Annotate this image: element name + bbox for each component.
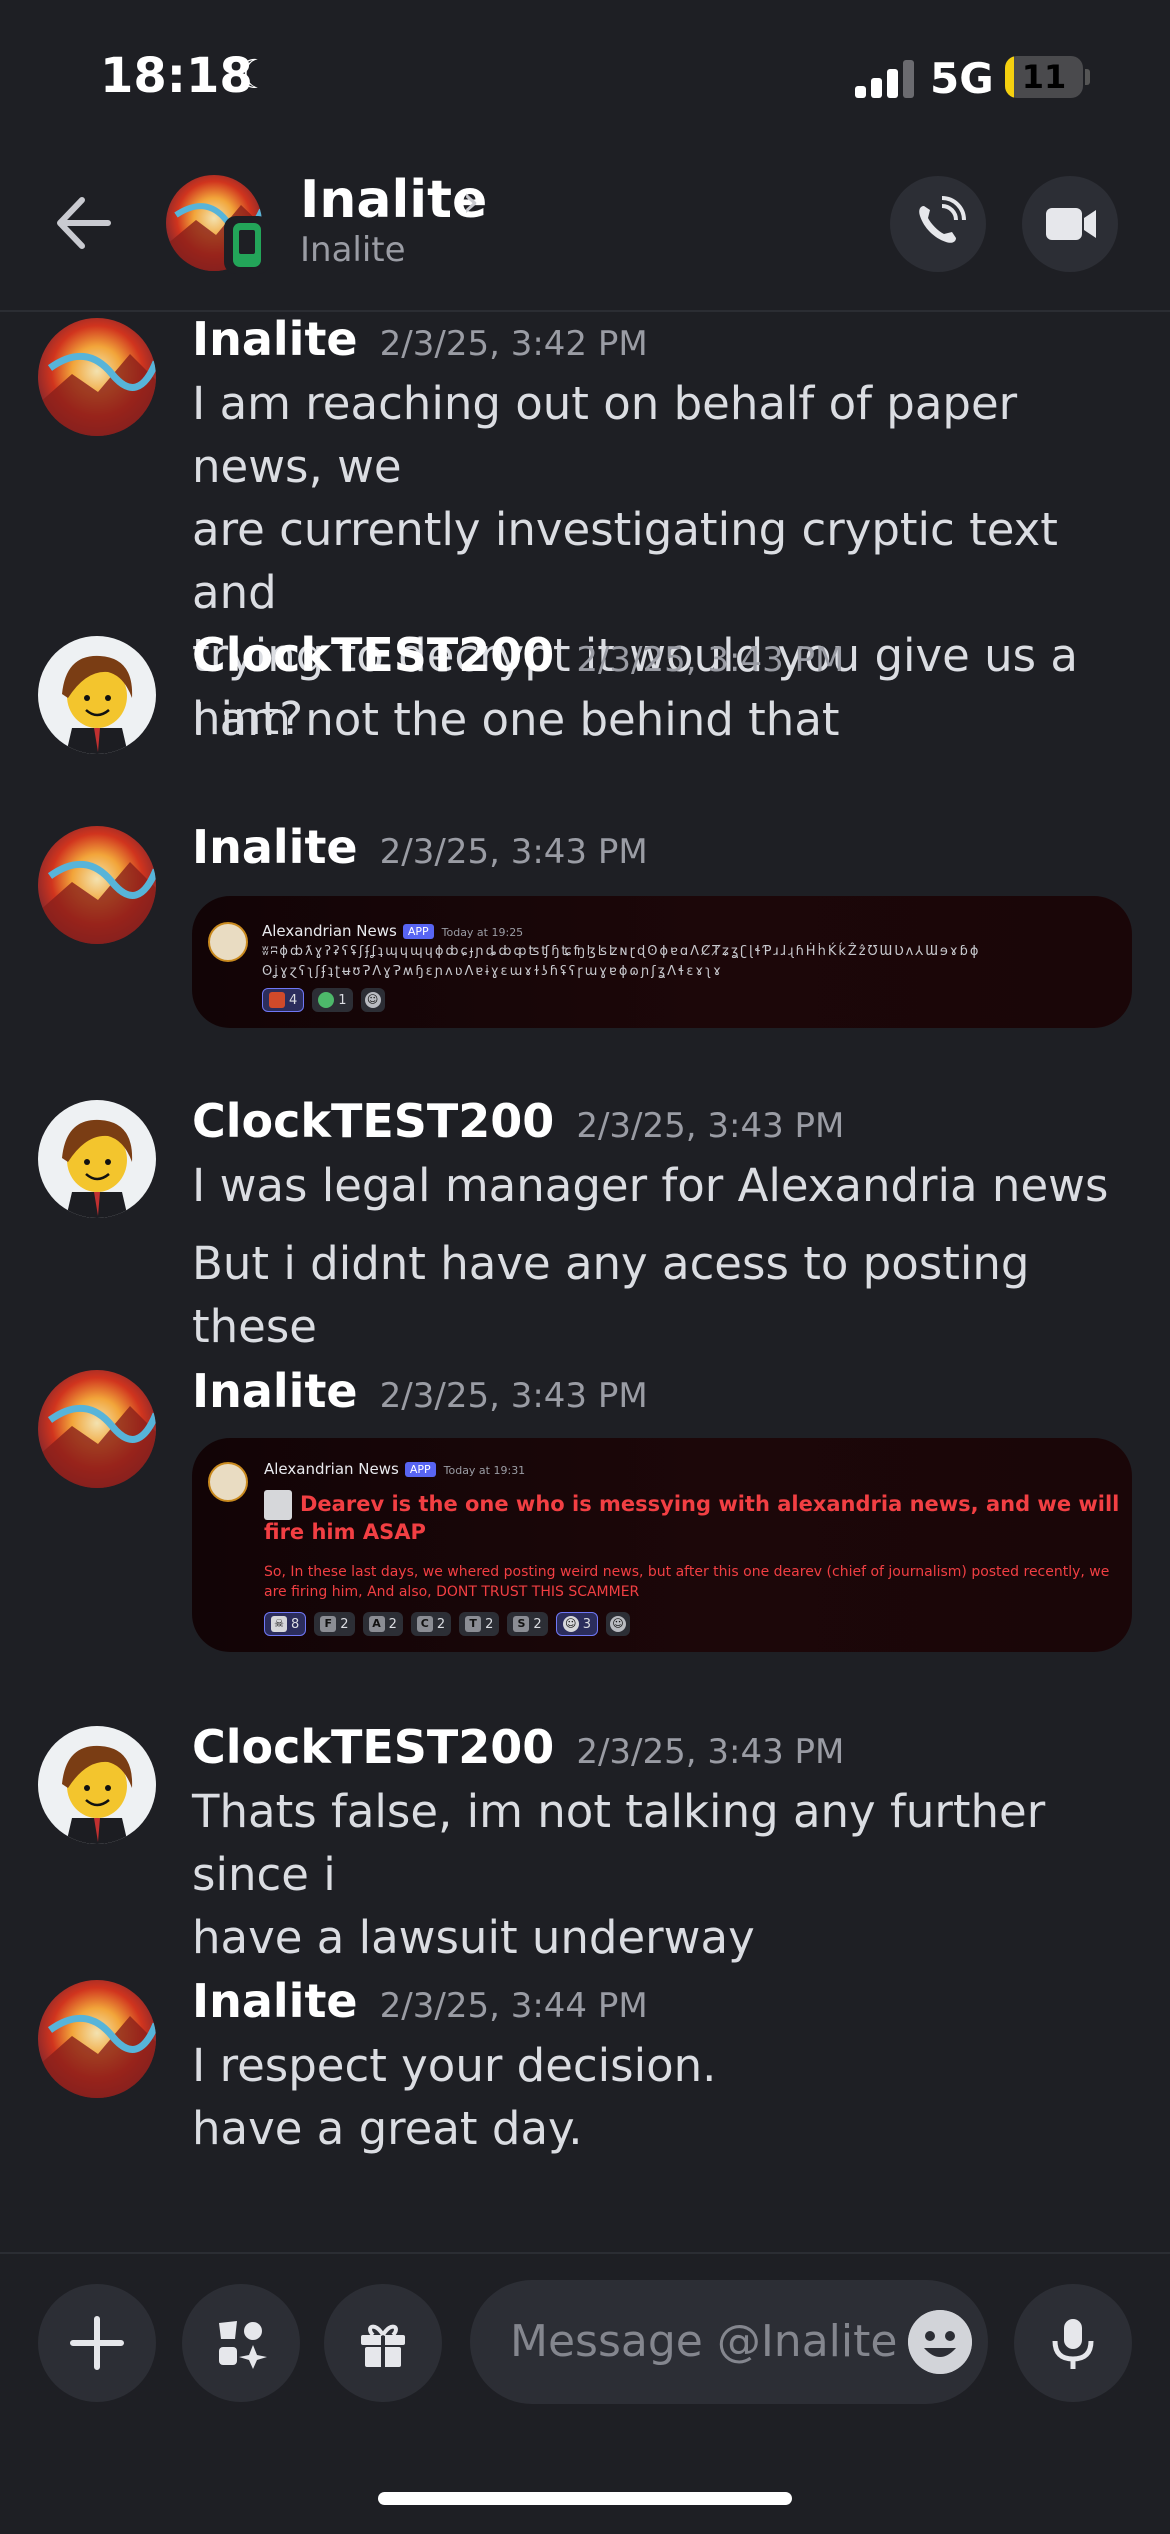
moon-icon: ☾ <box>236 52 272 98</box>
message-text: But i didnt have any acess to posting th… <box>192 1237 1030 1353</box>
message-author[interactable]: Inalite 2/3/25, 3:43 PM <box>192 1364 648 1418</box>
cryptic-text: ʘʝɣɀʕʅʃʄʇʈʉʊɁɅɣɁʍɧɛɲʌʋɅɐɨɣɛɯɤɫʖɦʢʕɼɯɣɐɸɷ… <box>262 964 723 979</box>
letter-t-emoji: T <box>465 1616 482 1632</box>
emoji-icon: ☺ <box>364 992 381 1008</box>
message-timestamp: 2/3/25, 3:43 PM <box>576 1106 845 1146</box>
embed-title: Alexandrian News APP Today at 19:25 <box>262 922 524 940</box>
message-text: I respect your decision. have a great da… <box>192 2039 717 2155</box>
add-reaction-button[interactable]: ☺ <box>360 988 385 1012</box>
avatar[interactable] <box>38 1100 156 1218</box>
embed-card[interactable]: Alexandrian News APP Today at 19:31 Dearev… <box>192 1438 1132 1652</box>
battery-level: 11 <box>1021 58 1067 96</box>
alexandrian-news-logo <box>208 922 248 962</box>
badge-emoji <box>318 992 335 1008</box>
letter-s-emoji: S <box>513 1616 530 1632</box>
app-badge: APP <box>402 924 434 939</box>
microphone-icon <box>1052 2319 1094 2369</box>
ghost-emoji: ☺ <box>562 1616 579 1632</box>
reaction[interactable]: S2 <box>507 1612 548 1636</box>
message-timestamp: 2/3/25, 3:43 PM <box>576 640 845 680</box>
add-reaction-button[interactable]: ☺ <box>605 1612 630 1636</box>
message-author[interactable]: ClockTEST200 2/3/25, 3:43 PM <box>192 628 844 682</box>
message-text: Thats false, im not talking any further … <box>192 1785 1046 1964</box>
message-author[interactable]: Inalite 2/3/25, 3:44 PM <box>192 1974 648 2028</box>
apps-button[interactable] <box>182 2284 300 2402</box>
message-text: I am not the one behind that <box>192 693 840 746</box>
battery-icon: 11 <box>1005 56 1083 98</box>
reaction[interactable]: 1 <box>312 988 353 1012</box>
embed-timestamp: Today at 19:25 <box>441 926 524 939</box>
message-input[interactable]: Message @Inalite <box>470 2280 988 2404</box>
message-text: I was legal manager for Alexandria news <box>192 1159 1109 1212</box>
page-title[interactable]: Inalite <box>300 170 487 230</box>
gift-icon <box>361 2324 405 2367</box>
embed-timestamp: Today at 19:31 <box>443 1464 526 1477</box>
embed-card[interactable]: Alexandrian News APP Today at 19:25 ʬʭɸȸƛɣ… <box>192 896 1132 1028</box>
letter-f-emoji: F <box>320 1616 337 1632</box>
voice-call-button[interactable] <box>890 176 986 272</box>
message-author[interactable]: ClockTEST200 2/3/25, 3:43 PM <box>192 1720 844 1774</box>
reaction-list: 4 1 ☺ <box>262 988 385 1012</box>
app-badge: APP <box>404 1462 436 1477</box>
reaction[interactable]: A2 <box>362 1612 403 1636</box>
cellular-signal-icon <box>855 58 917 98</box>
embed-headline: Dearev is the one who is messying with a… <box>264 1492 1120 1544</box>
reaction[interactable]: C2 <box>410 1612 452 1636</box>
emoji-icon[interactable] <box>908 2310 972 2374</box>
message-author[interactable]: ClockTEST200 2/3/25, 3:43 PM <box>192 1094 844 1148</box>
reaction[interactable]: F2 <box>314 1612 355 1636</box>
reaction[interactable]: 4 <box>262 988 305 1012</box>
avatar[interactable] <box>38 1370 156 1488</box>
reaction[interactable]: ☠ 8 <box>264 1612 307 1636</box>
status-time: 18:18 <box>100 48 253 104</box>
emoji-icon: ☺ <box>609 1616 626 1632</box>
header-subtitle: Inalite <box>300 230 406 270</box>
plus-icon <box>70 2316 124 2370</box>
letter-c-emoji: C <box>416 1616 433 1632</box>
mobile-icon <box>224 216 270 274</box>
add-attachment-button[interactable] <box>38 2284 156 2402</box>
message-timestamp: 2/3/25, 3:43 PM <box>576 1732 845 1772</box>
reaction-list: ☠ 8 F2 A2 C2 T2 S2 ☺ 3 ☺ <box>264 1612 630 1636</box>
reaction[interactable]: T2 <box>459 1612 500 1636</box>
avatar[interactable] <box>38 1726 156 1844</box>
message-author[interactable]: Inalite 2/3/25, 3:42 PM <box>192 312 648 366</box>
video-call-button[interactable] <box>1022 176 1118 272</box>
chevron-right-icon[interactable]: › <box>462 176 480 227</box>
message-timestamp: 2/3/25, 3:43 PM <box>379 832 648 872</box>
avatar[interactable] <box>38 826 156 944</box>
reaction[interactable]: ☺ 3 <box>555 1612 598 1636</box>
apps-icon <box>219 2321 267 2369</box>
home-indicator[interactable] <box>378 2492 792 2505</box>
gift-button[interactable] <box>324 2284 442 2402</box>
back-arrow-icon[interactable] <box>52 192 114 254</box>
skull-emoji: ☠ <box>271 1616 287 1632</box>
message-author[interactable]: Inalite 2/3/25, 3:43 PM <box>192 820 648 874</box>
fire-image-emoji <box>269 992 285 1008</box>
status-bar: 18:18 ☾ 5G 11 <box>0 0 1170 150</box>
message-timestamp: 2/3/25, 3:43 PM <box>379 1376 648 1416</box>
phone-call-icon <box>919 196 966 243</box>
embed-title: Alexandrian News APP Today at 19:31 <box>264 1460 526 1478</box>
alexandrian-news-logo <box>208 1462 248 1502</box>
message-timestamp: 2/3/25, 3:44 PM <box>379 1986 648 2026</box>
network-type: 5G <box>930 54 994 103</box>
avatar[interactable] <box>38 1980 156 2098</box>
dm-header: Inalite › Inalite <box>0 150 1170 312</box>
cryptic-text: ʬʭɸȸƛɣʔʡʕʢʃʄʆʇɰɥɰɥɸȸɕɟɲȡȸȹʦʧɧʨʩɮʪʫɴɽɖʘɸɐ… <box>262 944 981 959</box>
avatar[interactable] <box>38 318 156 436</box>
embed-body: So, In these last days, we whered postin… <box>264 1564 1110 1600</box>
message-input-placeholder: Message @Inalite <box>510 2316 898 2367</box>
message-timestamp: 2/3/25, 3:42 PM <box>379 324 648 364</box>
avatar[interactable] <box>38 636 156 754</box>
letter-a-emoji: A <box>368 1616 385 1632</box>
video-camera-icon <box>1046 208 1096 240</box>
voice-message-button[interactable] <box>1014 2284 1132 2402</box>
